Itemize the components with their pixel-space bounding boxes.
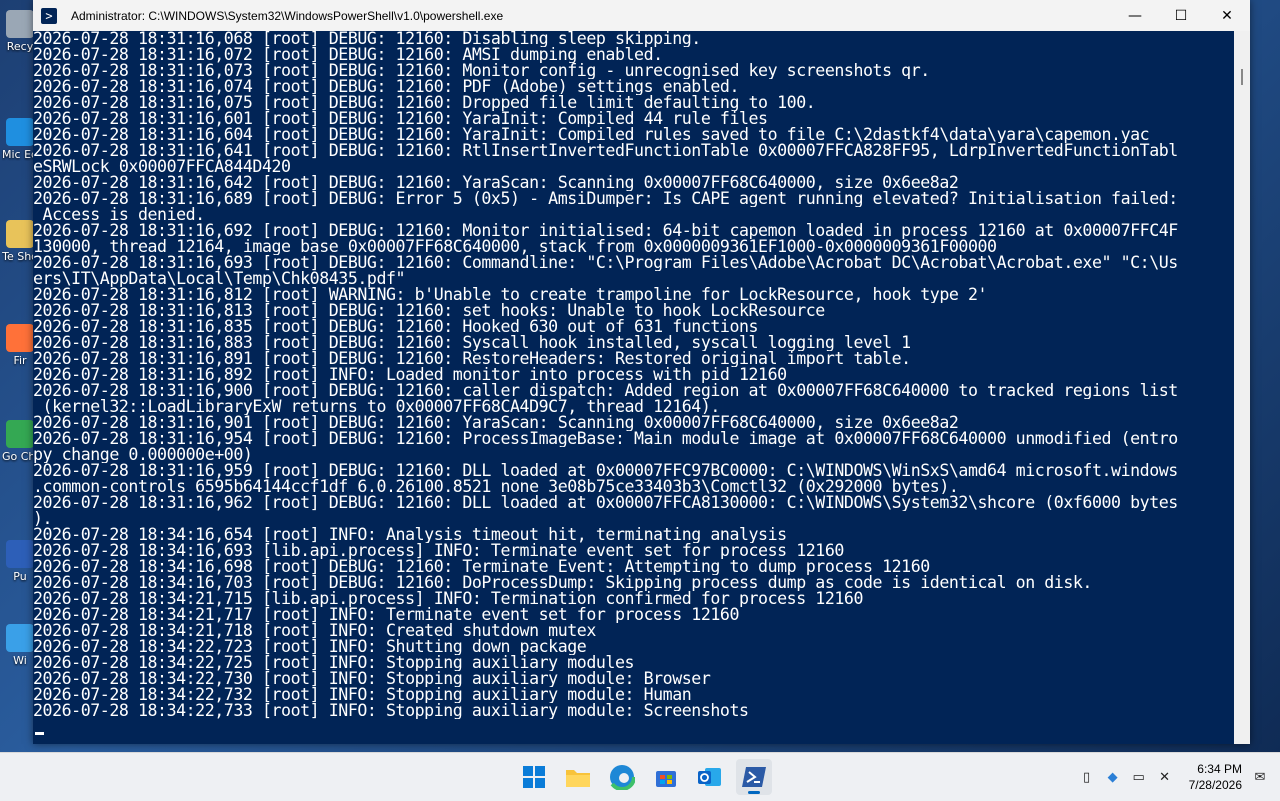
desktop-shortcut[interactable]: Fir [4,324,36,367]
console-line: 2026-07-28 18:34:16,654 [root] INFO: Ana… [33,527,787,543]
console-line: 2026-07-28 18:31:16,901 [root] DEBUG: 12… [33,415,959,431]
console-line: 2026-07-28 18:31:16,604 [root] DEBUG: 12… [33,127,1150,143]
console-line: (kernel32::LoadLibraryExW returns to 0x0… [33,399,721,415]
console-line: 2026-07-28 18:34:22,725 [root] INFO: Sto… [33,655,635,671]
outlook-icon [698,768,721,786]
powershell-window[interactable]: > Administrator: C:\WINDOWS\System32\Win… [33,0,1250,744]
console-line: Access is denied. [33,207,206,223]
shortcut-icon [6,420,34,448]
console-line: 2026-07-28 18:31:16,883 [root] DEBUG: 12… [33,335,911,351]
volume-mute-icon[interactable]: ✕ [1157,769,1173,785]
taskbar-apps [516,759,772,795]
desktop-shortcut[interactable]: Pu [4,540,36,583]
console-output[interactable]: 2026-07-28 18:31:16,068 [root] DEBUG: 12… [33,31,1234,744]
console-line: 2026-07-28 18:34:21,717 [root] INFO: Ter… [33,607,739,623]
vertical-scrollbar[interactable] [1234,31,1250,744]
console-line: 2026-07-28 18:31:16,073 [root] DEBUG: 12… [33,63,930,79]
taskbar-store[interactable] [648,759,684,795]
defender-icon[interactable]: ◆ [1105,769,1121,785]
shortcut-icon [6,10,34,38]
console-line: 2026-07-28 18:31:16,692 [root] DEBUG: 12… [33,223,1178,239]
taskbar-edge[interactable] [604,759,640,795]
console-line: py change 0.000000e+00) [33,447,253,463]
network-icon[interactable]: ▭ [1131,769,1147,785]
console-line: ). [33,511,53,527]
console-line: 2026-07-28 18:31:16,954 [root] DEBUG: 12… [33,431,1178,447]
console-line: 2026-07-28 18:31:16,068 [root] DEBUG: 12… [33,31,701,47]
console-line: 2026-07-28 18:31:16,075 [root] DEBUG: 12… [33,95,816,111]
console-line: 2026-07-28 18:31:16,891 [root] DEBUG: 12… [33,351,911,367]
console-line: eSRWLock 0x00007FFCA844D420 [33,159,291,175]
console-line: 2026-07-28 18:31:16,601 [root] DEBUG: 12… [33,111,768,127]
windows-logo-icon [523,766,545,788]
desktop-shortcut[interactable]: Te Sho [2,220,38,263]
console-line: 2026-07-28 18:31:16,900 [root] DEBUG: 12… [33,383,1178,399]
desktop-shortcut[interactable]: Recy [4,10,36,53]
taskbar-powershell[interactable] [736,759,772,795]
folder-icon [566,770,590,787]
edge-icon [609,764,635,790]
title-bar[interactable]: > Administrator: C:\WINDOWS\System32\Win… [33,0,1250,31]
store-icon [656,771,676,787]
maximize-button[interactable]: ☐ [1158,0,1204,31]
clock-date: 7/28/2026 [1188,778,1242,792]
console-line: 2026-07-28 18:34:16,698 [root] DEBUG: 12… [33,559,930,575]
minimize-button[interactable]: — [1112,0,1158,31]
powershell-icon [742,767,766,787]
desktop-shortcut[interactable]: Mic Ed [2,118,38,161]
system-tray: ▯ ◆ ▭ ✕ 6:34 PM 7/28/2026 ✉ [1079,753,1268,801]
start-button[interactable] [516,759,552,795]
console-line: 2026-07-28 18:34:22,733 [root] INFO: Sto… [33,703,749,719]
notification-icon[interactable]: ✉ [1252,769,1268,785]
shortcut-icon [6,540,34,568]
desktop-shortcut[interactable]: Wi [4,624,36,667]
console-line: 2026-07-28 18:31:16,642 [root] DEBUG: 12… [33,175,959,191]
console-line: 2026-07-28 18:34:22,730 [root] INFO: Sto… [33,671,711,687]
window-title: Administrator: C:\WINDOWS\System32\Windo… [71,8,504,23]
shortcut-icon [6,118,34,146]
taskbar-file-explorer[interactable] [560,759,596,795]
text-cursor [35,732,44,735]
console-line: 2026-07-28 18:34:21,718 [root] INFO: Cre… [33,623,596,639]
clock[interactable]: 6:34 PM 7/28/2026 [1189,761,1242,793]
close-button[interactable]: ✕ [1204,0,1250,31]
taskbar: ▯ ◆ ▭ ✕ 6:34 PM 7/28/2026 ✉ [0,752,1280,801]
console-line: 130000, thread 12164, image base 0x00007… [33,239,997,255]
console-line: 2026-07-28 18:31:16,962 [root] DEBUG: 12… [33,495,1178,511]
console-line: 2026-07-28 18:31:16,892 [root] INFO: Loa… [33,367,787,383]
console-line: 2026-07-28 18:34:16,703 [root] DEBUG: 12… [33,575,1092,591]
console-line: 2026-07-28 18:31:16,812 [root] WARNING: … [33,287,988,303]
console-line: 2026-07-28 18:31:16,959 [root] DEBUG: 12… [33,463,1178,479]
console-line: 2026-07-28 18:34:22,723 [root] INFO: Shu… [33,639,587,655]
console-line: .common-controls_6595b64144ccf1df_6.0.26… [33,479,959,495]
shortcut-icon [6,220,34,248]
usb-icon[interactable]: ▯ [1079,769,1095,785]
console-line: 2026-07-28 18:31:16,835 [root] DEBUG: 12… [33,319,759,335]
console-line: ers\IT\AppData\Local\Temp\Chk08435.pdf" [33,271,406,287]
console-line: 2026-07-28 18:31:16,072 [root] DEBUG: 12… [33,47,663,63]
console-line: 2026-07-28 18:31:16,641 [root] DEBUG: 12… [33,143,1178,159]
shortcut-icon [6,324,34,352]
powershell-icon: > [41,7,57,24]
clock-time: 6:34 PM [1197,762,1242,776]
desktop-shortcut[interactable]: Go Chr [2,420,38,463]
taskbar-outlook[interactable] [692,759,728,795]
console-line: 2026-07-28 18:31:16,074 [root] DEBUG: 12… [33,79,739,95]
console-line: 2026-07-28 18:31:16,813 [root] DEBUG: 12… [33,303,825,319]
window-controls: — ☐ ✕ [1112,0,1250,31]
shortcut-icon [6,624,34,652]
console-line: 2026-07-28 18:34:16,693 [lib.api.process… [33,543,844,559]
console-line: 2026-07-28 18:34:21,715 [lib.api.process… [33,591,864,607]
console-line: 2026-07-28 18:34:22,732 [root] INFO: Sto… [33,687,692,703]
console-line: 2026-07-28 18:31:16,689 [root] DEBUG: Er… [33,191,1178,207]
scrollbar-thumb[interactable] [1241,69,1243,85]
console-line: 2026-07-28 18:31:16,693 [root] DEBUG: 12… [33,255,1178,271]
